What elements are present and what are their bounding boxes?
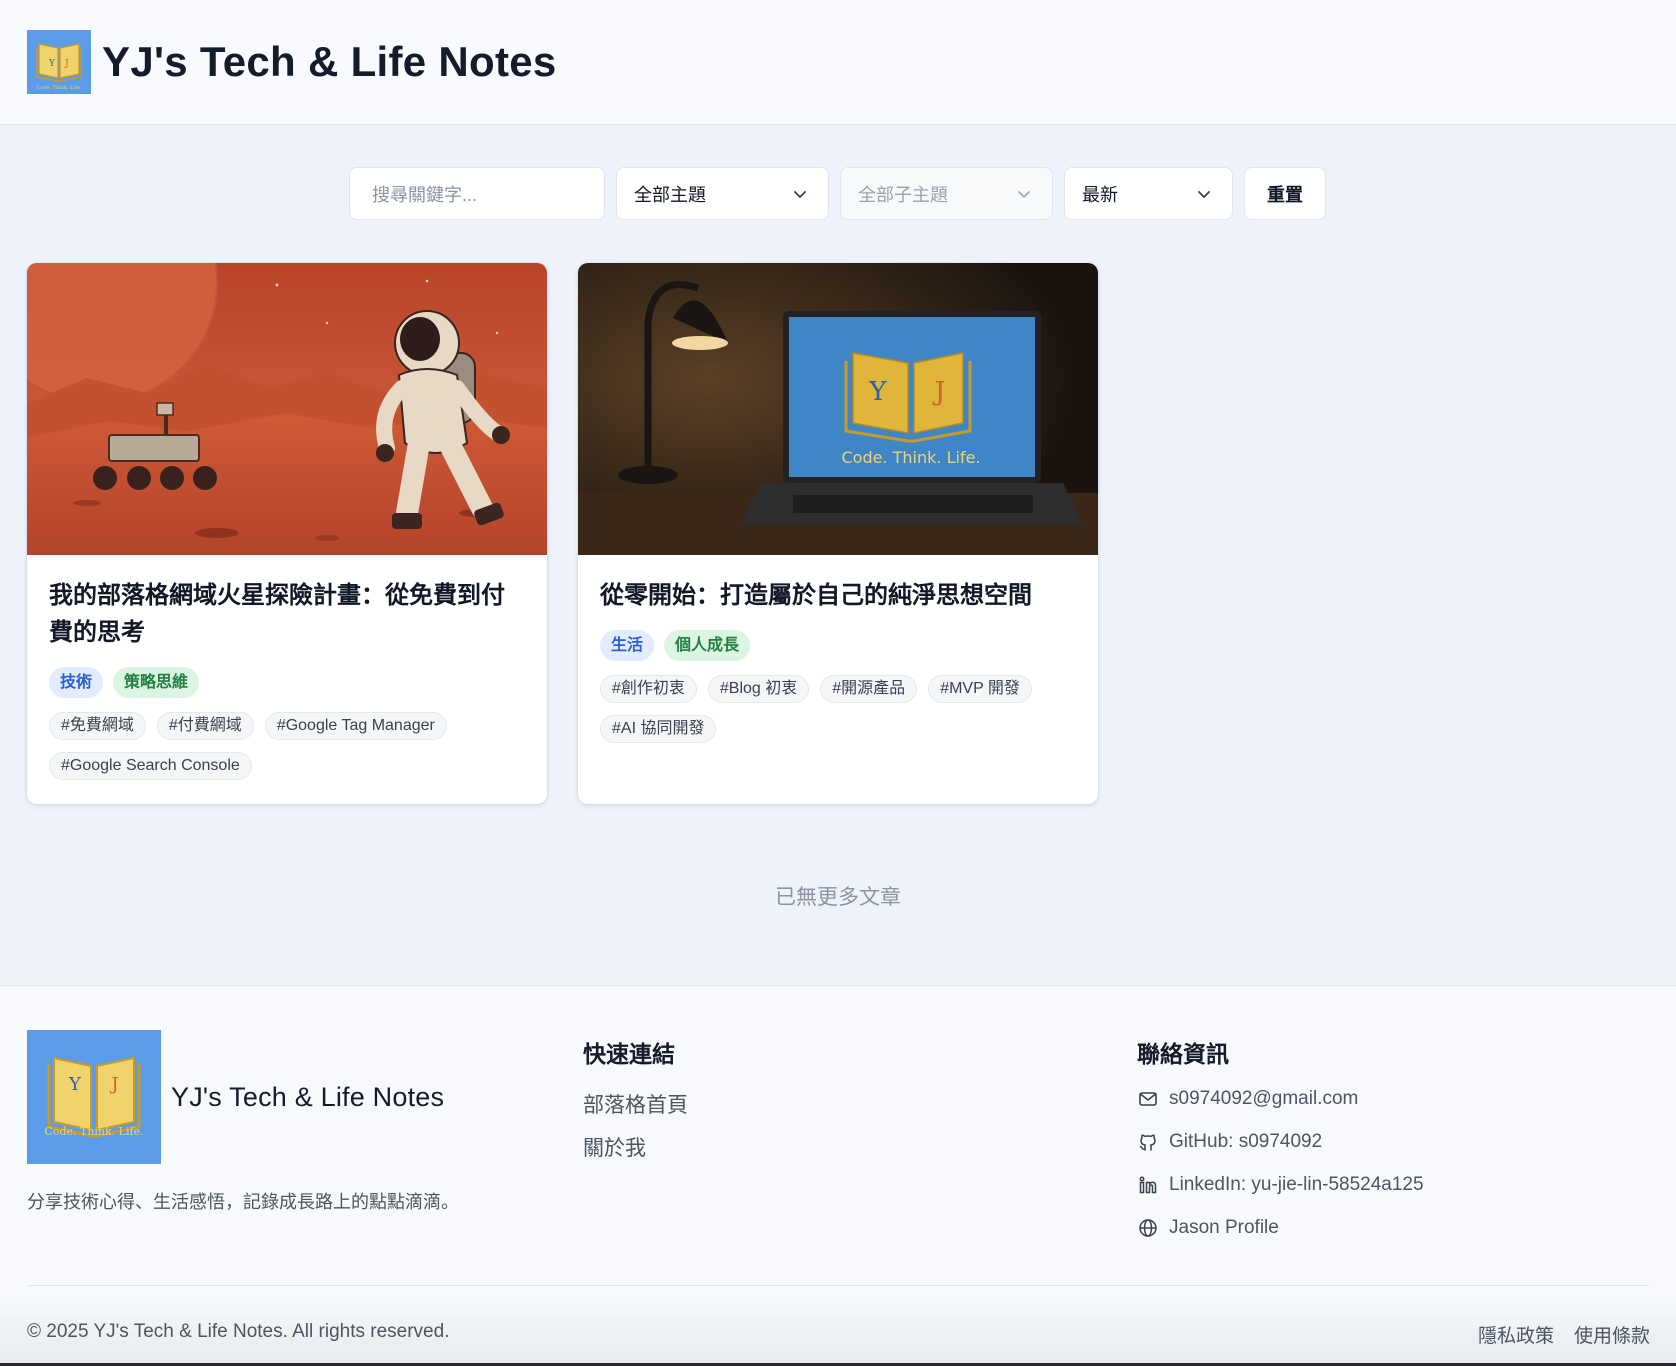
tag-chip[interactable]: #MVP 開發 (928, 675, 1032, 703)
post-thumbnail-laptop[interactable]: Y J Code. Think. Life. (578, 263, 1098, 555)
no-more-posts-text: 已無更多文章 (775, 886, 901, 909)
site-logo[interactable]: Y J Code. Think. Life. (27, 30, 91, 94)
svg-text:Code. Think. Life.: Code. Think. Life. (36, 85, 81, 91)
privacy-policy-link[interactable]: 隱私政策 (1478, 1321, 1554, 1348)
contact-linkedin[interactable]: LinkedIn: yu-jie-lin-58524a125 (1137, 1174, 1424, 1196)
subtopic-select-value: 全部子主題 (858, 184, 948, 205)
subcategory-badge[interactable]: 個人成長 (664, 630, 751, 661)
quick-links-title: 快速連結 (583, 1041, 675, 1067)
category-badge[interactable]: 生活 (600, 630, 655, 661)
tag-chip[interactable]: #Google Search Console (49, 752, 252, 780)
post-title[interactable]: 從零開始：打造屬於自己的純淨思想空間 (600, 577, 1076, 614)
footer-logo-tagline: Code. Think. Life. (44, 1125, 143, 1138)
footer-link-home[interactable]: 部落格首頁 (583, 1089, 688, 1119)
contact-email[interactable]: s0974092@gmail.com (1137, 1088, 1358, 1110)
footer-divider (27, 1285, 1649, 1286)
laptop-logo-letter-y: Y (868, 377, 887, 407)
contact-github[interactable]: GitHub: s0974092 (1137, 1131, 1322, 1153)
no-more-posts-message: 已無更多文章 (0, 881, 1676, 911)
post-title[interactable]: 我的部落格網域火星探險計畫：從免費到付費的思考 (49, 577, 525, 651)
tag-chip[interactable]: #付費網域 (156, 712, 254, 740)
chevron-down-icon (1196, 186, 1212, 202)
mail-icon (1137, 1088, 1159, 1110)
book-logo-icon: Y J Code. Think. Life. (27, 1030, 161, 1164)
contact-profile[interactable]: Jason Profile (1137, 1217, 1279, 1239)
footer-logo[interactable]: Y J Code. Think. Life. (27, 1030, 161, 1164)
chevron-down-icon (1016, 186, 1032, 202)
category-badge[interactable]: 技術 (49, 667, 104, 698)
github-icon (1137, 1131, 1159, 1153)
contact-title: 聯絡資訊 (1137, 1041, 1229, 1067)
topic-select[interactable]: 全部主題 (616, 167, 829, 220)
post-card[interactable]: 我的部落格網域火星探險計畫：從免費到付費的思考 技術 策略思維 #免費網域 #付… (27, 263, 547, 804)
svg-text:J: J (64, 59, 69, 69)
book-logo-icon: Y J Code. Think. Life. (27, 30, 91, 94)
tag-chip[interactable]: #AI 協同開發 (600, 715, 717, 743)
chevron-down-icon (792, 186, 808, 202)
tag-chip[interactable]: #創作初衷 (600, 675, 697, 703)
tag-chip[interactable]: #免費網域 (49, 712, 146, 740)
tag-chip[interactable]: #Google Tag Manager (264, 712, 447, 740)
post-tags: #免費網域 #付費網域 #Google Tag Manager #Google … (49, 712, 525, 780)
contact-linkedin-text: LinkedIn: yu-jie-lin-58524a125 (1169, 1174, 1424, 1195)
topic-select-value: 全部主題 (634, 184, 706, 205)
filter-bar: 搜尋關鍵字... 全部主題 全部子主題 最新 重置 (349, 167, 1326, 220)
contact-github-text: GitHub: s0974092 (1169, 1131, 1323, 1152)
sort-select-value: 最新 (1082, 184, 1118, 205)
search-input[interactable]: 搜尋關鍵字... (349, 167, 605, 220)
post-categories: 技術 策略思維 (49, 667, 525, 698)
laptop-logo-tagline: Code. Think. Life. (842, 448, 981, 467)
svg-text:Y: Y (48, 59, 56, 69)
post-tags: #創作初衷 #Blog 初衷 #開源產品 #MVP 開發 #AI 協同開發 (600, 675, 1076, 743)
sort-select[interactable]: 最新 (1064, 167, 1233, 220)
footer-site-name: YJ's Tech & Life Notes (171, 1082, 445, 1112)
subtopic-select[interactable]: 全部子主題 (840, 167, 1053, 220)
contact-email-text: s0974092@gmail.com (1169, 1088, 1359, 1109)
contact-profile-text: Jason Profile (1169, 1217, 1279, 1238)
tag-chip[interactable]: #開源產品 (820, 675, 918, 703)
footer-logo-letter-y: Y (68, 1074, 82, 1095)
laptop-logo-letter-j: J (932, 377, 945, 407)
globe-icon (1137, 1217, 1159, 1239)
tag-chip[interactable]: #Blog 初衷 (707, 675, 810, 703)
footer-link-about[interactable]: 關於我 (583, 1132, 646, 1162)
footer-logo-letter-j: J (109, 1074, 118, 1095)
subcategory-badge[interactable]: 策略思維 (113, 667, 200, 698)
post-categories: 生活 個人成長 (600, 630, 1076, 661)
search-placeholder: 搜尋關鍵字... (372, 184, 478, 205)
post-card[interactable]: Y J Code. Think. Life. 從零開始：打造屬於自己的純淨思想空… (578, 263, 1098, 804)
post-thumbnail-mars[interactable] (27, 263, 547, 555)
linkedin-icon (1137, 1174, 1159, 1196)
site-header: Y J Code. Think. Life. YJ's Tech & Life … (0, 0, 1676, 125)
site-title[interactable]: YJ's Tech & Life Notes (102, 38, 557, 86)
copyright-text: © 2025 YJ's Tech & Life Notes. All right… (27, 1321, 450, 1342)
reset-button[interactable]: 重置 (1244, 167, 1326, 220)
terms-of-use-link[interactable]: 使用條款 (1574, 1321, 1650, 1348)
footer-description: 分享技術心得、生活感悟，記錄成長路上的點點滴滴。 (27, 1192, 459, 1212)
